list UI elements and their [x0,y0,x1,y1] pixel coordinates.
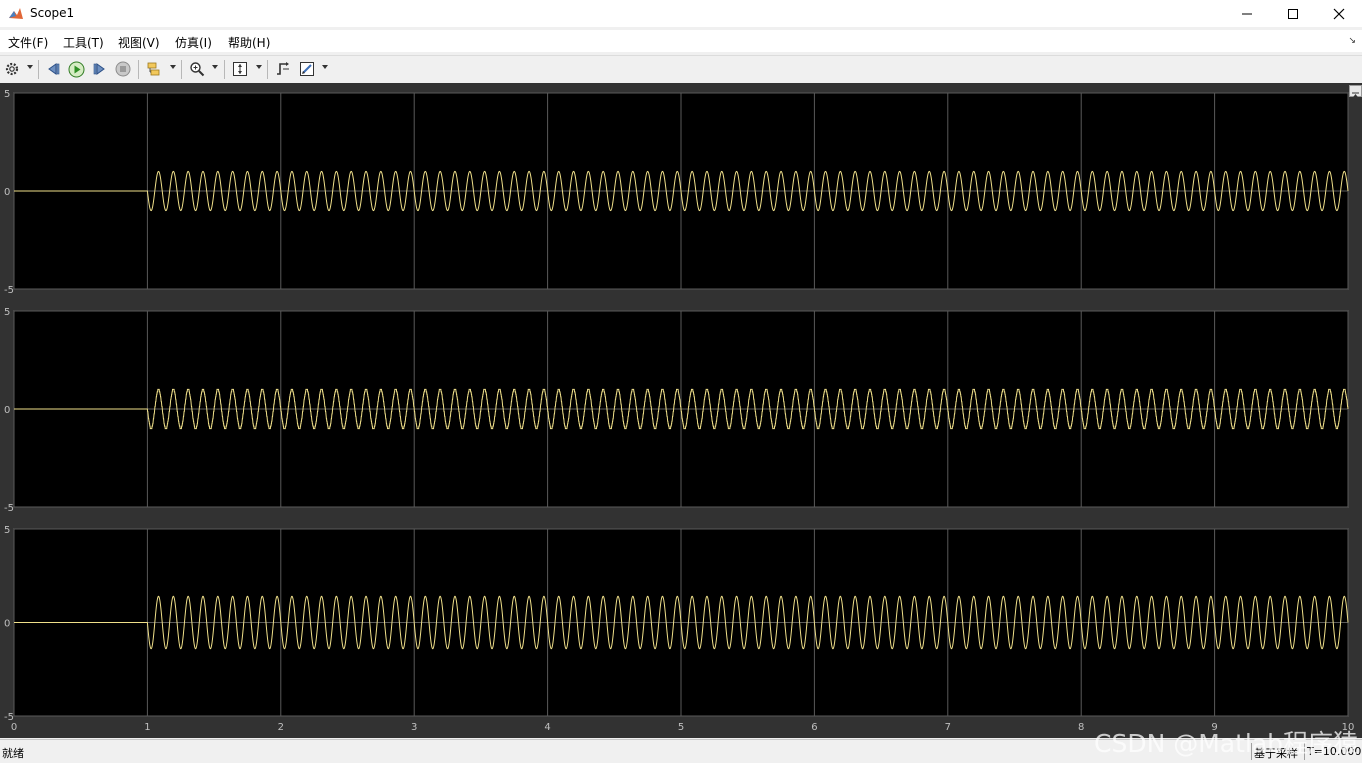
zoom-dropdown-icon[interactable] [212,65,218,69]
expand-plot-button[interactable] [1349,85,1362,98]
triggers-button[interactable] [274,60,292,78]
menu-file[interactable]: 文件(F) [8,34,48,51]
toolbar-separator [38,60,39,79]
x-tick-label: 0 [11,722,17,733]
expand-icon [1352,92,1359,98]
stop-icon [115,61,131,77]
triggers-icon [277,62,289,75]
title-bar: Scope1 [0,0,1362,27]
signal-select-icon [147,62,160,76]
y-tick-label: -5 [4,285,14,296]
maximize-icon [1288,8,1298,19]
y-tick-label: 0 [4,187,10,198]
scale-axes-button[interactable] [231,60,249,78]
run-button[interactable] [67,60,85,78]
y-tick-label: 0 [4,405,10,416]
scope-panel-1[interactable]: 5 0 -5 [4,89,1349,296]
step-back-icon [48,63,60,75]
close-icon [1333,8,1345,19]
toolbar-separator [267,60,268,79]
menu-view[interactable]: 视图(V) [118,34,160,51]
x-tick-label: 2 [278,722,284,733]
scope-panel-3[interactable]: 50-50 1 2 3 4 5 6 7 8 9 10 [4,525,1354,733]
matlab-logo-icon [9,8,23,19]
zoom-icon [190,62,205,77]
x-tick-label: 6 [811,722,817,733]
settings-button[interactable] [3,60,21,78]
y-tick-label: -5 [4,503,14,514]
menu-bar: 文件(F) 工具(T) 视图(V) 仿真(I) 帮助(H) ↘ [0,30,1362,52]
y-tick-label: 5 [4,307,10,318]
window-title: Scope1 [30,6,75,20]
toolbar-separator [181,60,182,79]
menu-help[interactable]: 帮助(H) [228,34,270,51]
highlight-dropdown-icon[interactable] [322,65,328,69]
toolbar-separator [224,60,225,79]
step-forward-icon [93,63,105,75]
x-tick-label: 8 [1078,722,1084,733]
menu-tools[interactable]: 工具(T) [63,34,104,51]
minimize-button[interactable] [1224,0,1270,27]
x-tick-label: 7 [945,722,951,733]
toolbar-separator [138,60,139,79]
x-tick-label: 4 [544,722,550,733]
y-tick-label: 5 [4,89,10,100]
x-tick-label: 3 [411,722,417,733]
y-tick-label: 5 [4,525,10,536]
y-tick-label: 0 [4,619,10,630]
gear-icon [5,62,19,76]
settings-dropdown-icon[interactable] [27,65,33,69]
scope-plots[interactable]: 50-550-550-50 1 2 3 4 5 6 7 8 9 10 [0,83,1362,738]
scope-display: 5 0 -5 5 0 -5 5 0 -5 0 1 2 3 4 5 6 7 8 9 10 [0,83,1362,738]
scale-axes-icon [233,62,247,76]
stop-button[interactable] [114,60,132,78]
x-tick-label: 5 [678,722,684,733]
toolbar [0,55,1362,84]
scale-axes-dropdown-icon[interactable] [256,65,262,69]
maximize-button[interactable] [1270,0,1316,27]
scope-panel-2[interactable]: 5 0 -5 [4,307,1349,514]
minimize-icon [1242,13,1252,14]
close-button[interactable] [1316,0,1362,27]
menu-simulation[interactable]: 仿真(I) [175,34,212,51]
zoom-button[interactable] [188,60,206,78]
signal-select-dropdown-icon[interactable] [170,65,176,69]
menu-dock-icon[interactable]: ↘ [1348,36,1356,46]
status-ready: 就绪 [2,747,24,760]
highlight-icon [300,62,314,76]
watermark-text: CSDN @Matlab程序猿 [1094,729,1359,758]
x-tick-label: 1 [144,722,150,733]
run-icon [68,61,84,77]
step-forward-button[interactable] [90,60,108,78]
step-back-button[interactable] [45,60,63,78]
signal-select-button[interactable] [145,60,163,78]
highlight-button[interactable] [298,60,316,78]
